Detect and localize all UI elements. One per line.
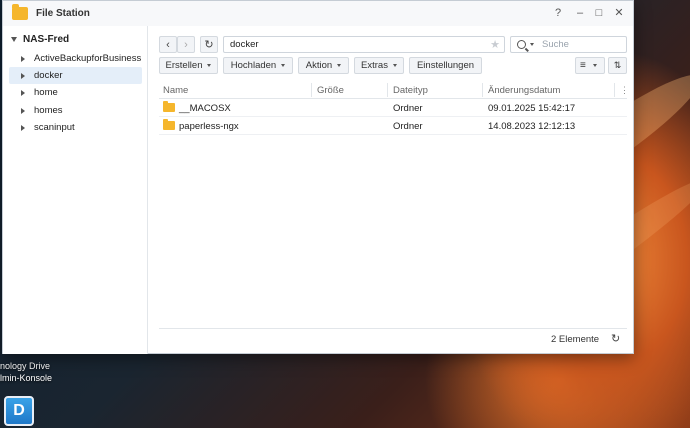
file-station-window: File Station ? – □ ✕ NAS-Fred ActiveBack… <box>2 0 634 354</box>
tree-item-docker[interactable]: docker <box>9 67 142 84</box>
window-title: File Station <box>36 8 90 19</box>
chevron-down-icon <box>392 64 397 67</box>
create-button[interactable]: Erstellen <box>159 57 218 74</box>
search-icon <box>517 40 526 49</box>
path-field[interactable]: docker ★ <box>223 36 505 53</box>
synology-drive-icon[interactable]: D <box>4 396 34 426</box>
tree-item-label: home <box>34 87 58 98</box>
action-label: Aktion <box>305 60 333 71</box>
refresh-button[interactable]: ↻ <box>200 36 218 53</box>
tree-item-activebackup[interactable]: ActiveBackupforBusiness <box>9 50 142 67</box>
title-bar[interactable]: File Station ? – □ ✕ <box>3 1 633 26</box>
chevron-right-icon: › <box>184 38 188 51</box>
folder-tree-sidebar: NAS-Fred ActiveBackupforBusiness docker … <box>3 26 148 354</box>
row-name: paperless-ngx <box>179 121 239 132</box>
sort-button[interactable]: ⇅ <box>608 57 627 74</box>
column-size[interactable]: Größe <box>317 85 344 96</box>
desktop-label-console[interactable]: lmin-Konsole <box>0 373 52 383</box>
caret-right-icon[interactable] <box>21 124 25 131</box>
tree-item-label: docker <box>34 70 63 81</box>
row-type: Ordner <box>393 121 423 132</box>
tree-item-label: ActiveBackupforBusiness <box>34 53 142 64</box>
maximize-button[interactable]: □ <box>592 6 606 20</box>
desktop-label-drive[interactable]: nology Drive <box>0 361 50 371</box>
chevron-down-icon <box>337 64 342 67</box>
create-label: Erstellen <box>165 60 203 71</box>
sort-icon: ⇅ <box>613 60 622 70</box>
back-button[interactable]: ‹ <box>159 36 177 53</box>
column-name[interactable]: Name <box>163 85 188 96</box>
list-view-icon: ≡ <box>580 60 586 71</box>
column-modified[interactable]: Änderungsdatum <box>488 85 560 96</box>
caret-right-icon[interactable] <box>21 55 25 62</box>
search-field[interactable]: Suche <box>510 36 627 53</box>
caret-right-icon[interactable] <box>21 72 25 79</box>
folder-icon <box>163 119 175 130</box>
search-placeholder: Suche <box>542 39 569 50</box>
table-row[interactable]: paperless-ngx Ordner 14.08.2023 12:12:13 <box>159 117 627 135</box>
folder-app-icon <box>12 4 28 20</box>
row-name: __MACOSX <box>179 103 231 114</box>
file-list-pane: ‹ › ↻ docker ★ Suche Erstellen Hochladen… <box>149 26 633 354</box>
action-button[interactable]: Aktion <box>298 57 349 74</box>
column-divider[interactable] <box>311 83 312 97</box>
upload-button[interactable]: Hochladen <box>223 57 293 74</box>
upload-label: Hochladen <box>230 60 277 71</box>
extras-button[interactable]: Extras <box>354 57 404 74</box>
settings-button[interactable]: Einstellungen <box>409 57 482 74</box>
path-text: docker <box>230 39 259 50</box>
tree-item-scaninput[interactable]: scaninput <box>9 119 142 136</box>
tree-root-nas[interactable]: NAS-Fred <box>11 32 69 46</box>
tree-item-label: scaninput <box>34 122 75 133</box>
tree-item-home[interactable]: home <box>9 84 142 101</box>
row-modified: 09.01.2025 15:42:17 <box>488 103 576 114</box>
item-count: 2 Elemente <box>551 334 600 345</box>
forward-button[interactable]: › <box>177 36 195 53</box>
caret-right-icon[interactable] <box>21 89 25 96</box>
help-button[interactable]: ? <box>551 6 565 20</box>
chevron-down-icon <box>281 64 286 67</box>
view-mode-button[interactable]: ≡ <box>575 57 605 74</box>
row-modified: 14.08.2023 12:12:13 <box>488 121 576 132</box>
folder-icon <box>163 101 175 112</box>
table-row[interactable]: __MACOSX Ordner 09.01.2025 15:42:17 <box>159 99 627 117</box>
chevron-down-icon[interactable] <box>530 43 534 46</box>
close-button[interactable]: ✕ <box>612 6 626 20</box>
chevron-left-icon: ‹ <box>166 38 170 51</box>
column-divider[interactable] <box>482 83 483 97</box>
minimize-button[interactable]: – <box>573 6 587 20</box>
chevron-down-icon <box>207 64 212 67</box>
table-header: Name Größe Dateityp Änderungsdatum ⋮ <box>159 81 629 99</box>
row-type: Ordner <box>393 103 423 114</box>
column-type[interactable]: Dateityp <box>393 85 428 96</box>
extras-label: Extras <box>361 60 388 71</box>
refresh-icon[interactable]: ↻ <box>611 332 620 345</box>
tree-item-label: homes <box>34 105 63 116</box>
tree-item-homes[interactable]: homes <box>9 102 142 119</box>
settings-label: Einstellungen <box>416 60 475 71</box>
column-menu-icon[interactable]: ⋮ <box>620 85 629 96</box>
caret-down-icon[interactable] <box>11 36 17 42</box>
star-icon[interactable]: ★ <box>490 38 500 51</box>
chevron-down-icon[interactable] <box>592 64 597 67</box>
refresh-icon: ↻ <box>204 39 214 51</box>
tree-root-label: NAS-Fred <box>23 33 70 45</box>
column-divider[interactable] <box>387 83 388 97</box>
status-bar: 2 Elemente ↻ <box>159 328 627 348</box>
caret-right-icon[interactable] <box>21 107 25 114</box>
column-divider[interactable] <box>614 83 615 97</box>
